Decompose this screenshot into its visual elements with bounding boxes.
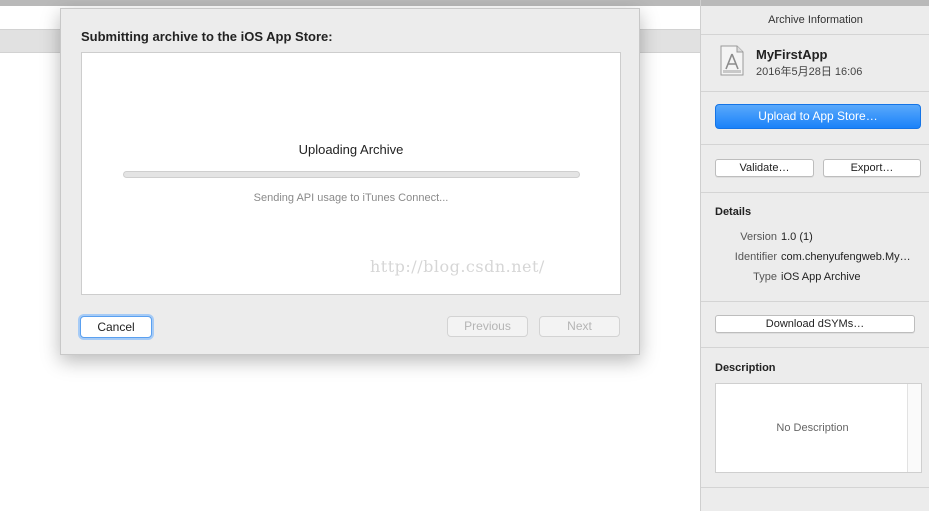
description-placeholder: No Description	[776, 422, 849, 434]
inspector-header: Archive Information	[701, 0, 929, 35]
divider	[701, 301, 929, 302]
details-key-type: Type	[753, 271, 777, 283]
details-value-version: 1.0 (1)	[781, 231, 813, 243]
details-key-identifier: Identifier	[734, 251, 777, 263]
divider	[701, 347, 929, 348]
download-dsyms-button[interactable]: Download dSYMs…	[715, 315, 915, 333]
upload-to-app-store-button[interactable]: Upload to App Store…	[715, 104, 921, 129]
archive-document-icon	[720, 45, 744, 76]
upload-progress-bar	[123, 171, 580, 178]
details-value-type: iOS App Archive	[781, 271, 861, 283]
export-button[interactable]: Export…	[823, 159, 921, 177]
cancel-button[interactable]: Cancel	[80, 316, 152, 338]
details-title: Details	[715, 206, 752, 218]
divider	[701, 91, 929, 92]
app-name: MyFirstApp	[756, 47, 828, 62]
divider	[701, 192, 929, 193]
validate-button[interactable]: Validate…	[715, 159, 814, 177]
window-top-strip	[0, 0, 700, 6]
upload-status-message: Sending API usage to iTunes Connect...	[253, 192, 449, 204]
description-scrollbar[interactable]	[907, 384, 921, 472]
upload-status-title: Uploading Archive	[298, 142, 404, 157]
archive-inspector: Archive Information MyFirstApp 2016年5月28…	[700, 0, 929, 511]
sheet-title: Submitting archive to the iOS App Store:	[81, 29, 333, 44]
description-field[interactable]: No Description	[715, 383, 922, 473]
next-button[interactable]: Next	[539, 316, 620, 337]
upload-content-box: Uploading Archive Sending API usage to i…	[81, 52, 621, 295]
watermark-text: http://blog.csdn.net/	[370, 257, 545, 276]
divider	[701, 487, 929, 488]
previous-button[interactable]: Previous	[447, 316, 528, 337]
details-key-version: Version	[740, 231, 777, 243]
description-title: Description	[715, 362, 776, 374]
divider	[701, 144, 929, 145]
archive-date: 2016年5月28日 16:06	[756, 66, 863, 78]
details-value-identifier: com.chenyufengweb.My…	[781, 251, 911, 263]
submit-archive-sheet: Submitting archive to the iOS App Store:…	[60, 8, 640, 355]
